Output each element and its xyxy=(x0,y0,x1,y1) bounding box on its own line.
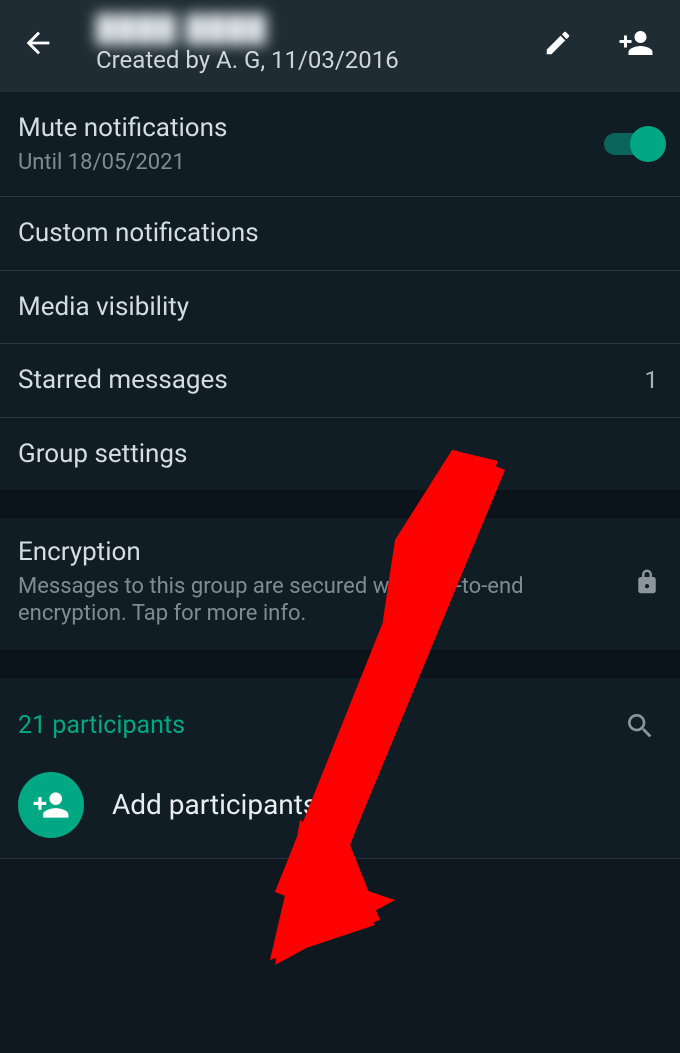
header-actions xyxy=(536,21,658,65)
participants-count: 21 participants xyxy=(18,711,618,740)
custom-notifications-row[interactable]: Custom notifications xyxy=(0,197,680,271)
add-person-button[interactable] xyxy=(614,21,658,65)
edit-button[interactable] xyxy=(536,21,580,65)
person-add-icon xyxy=(32,786,70,824)
add-participants-avatar xyxy=(18,772,84,838)
pencil-icon xyxy=(543,28,573,58)
starred-count: 1 xyxy=(645,366,659,394)
toggle-knob xyxy=(630,126,666,162)
search-icon xyxy=(624,710,656,742)
group-settings-row[interactable]: Group settings xyxy=(0,418,680,491)
starred-title: Starred messages xyxy=(18,364,645,397)
back-button[interactable] xyxy=(14,19,62,67)
section-gap xyxy=(0,490,680,518)
encryption-row[interactable]: Encryption Messages to this group are se… xyxy=(0,518,680,650)
group-created-label: Created by A. G, 11/03/2016 xyxy=(96,46,536,74)
media-visibility-title: Media visibility xyxy=(18,291,662,324)
mute-title: Mute notifications xyxy=(18,112,604,145)
search-participants-button[interactable] xyxy=(618,704,662,748)
starred-messages-row[interactable]: Starred messages 1 xyxy=(0,344,680,418)
add-participants-row[interactable]: Add participants xyxy=(0,758,680,859)
settings-section: Mute notifications Until 18/05/2021 Cust… xyxy=(0,92,680,490)
back-arrow-icon xyxy=(21,26,55,60)
section-gap-2 xyxy=(0,650,680,678)
custom-notifications-title: Custom notifications xyxy=(18,217,662,250)
add-participants-label: Add participants xyxy=(112,788,317,821)
app-header: ████ ████ Created by A. G, 11/03/2016 xyxy=(0,0,680,92)
group-name: ████ ████ xyxy=(96,13,536,44)
lock-icon xyxy=(632,567,662,597)
media-visibility-row[interactable]: Media visibility xyxy=(0,271,680,345)
mute-notifications-row[interactable]: Mute notifications Until 18/05/2021 xyxy=(0,92,680,197)
encryption-desc: Messages to this group are secured with … xyxy=(18,573,578,628)
encryption-title: Encryption xyxy=(18,536,632,569)
person-add-icon xyxy=(618,25,654,61)
header-title-block: ████ ████ Created by A. G, 11/03/2016 xyxy=(62,13,536,74)
participants-header: 21 participants xyxy=(0,678,680,758)
mute-until: Until 18/05/2021 xyxy=(18,149,604,177)
group-settings-title: Group settings xyxy=(18,438,662,471)
mute-toggle[interactable] xyxy=(604,133,660,155)
